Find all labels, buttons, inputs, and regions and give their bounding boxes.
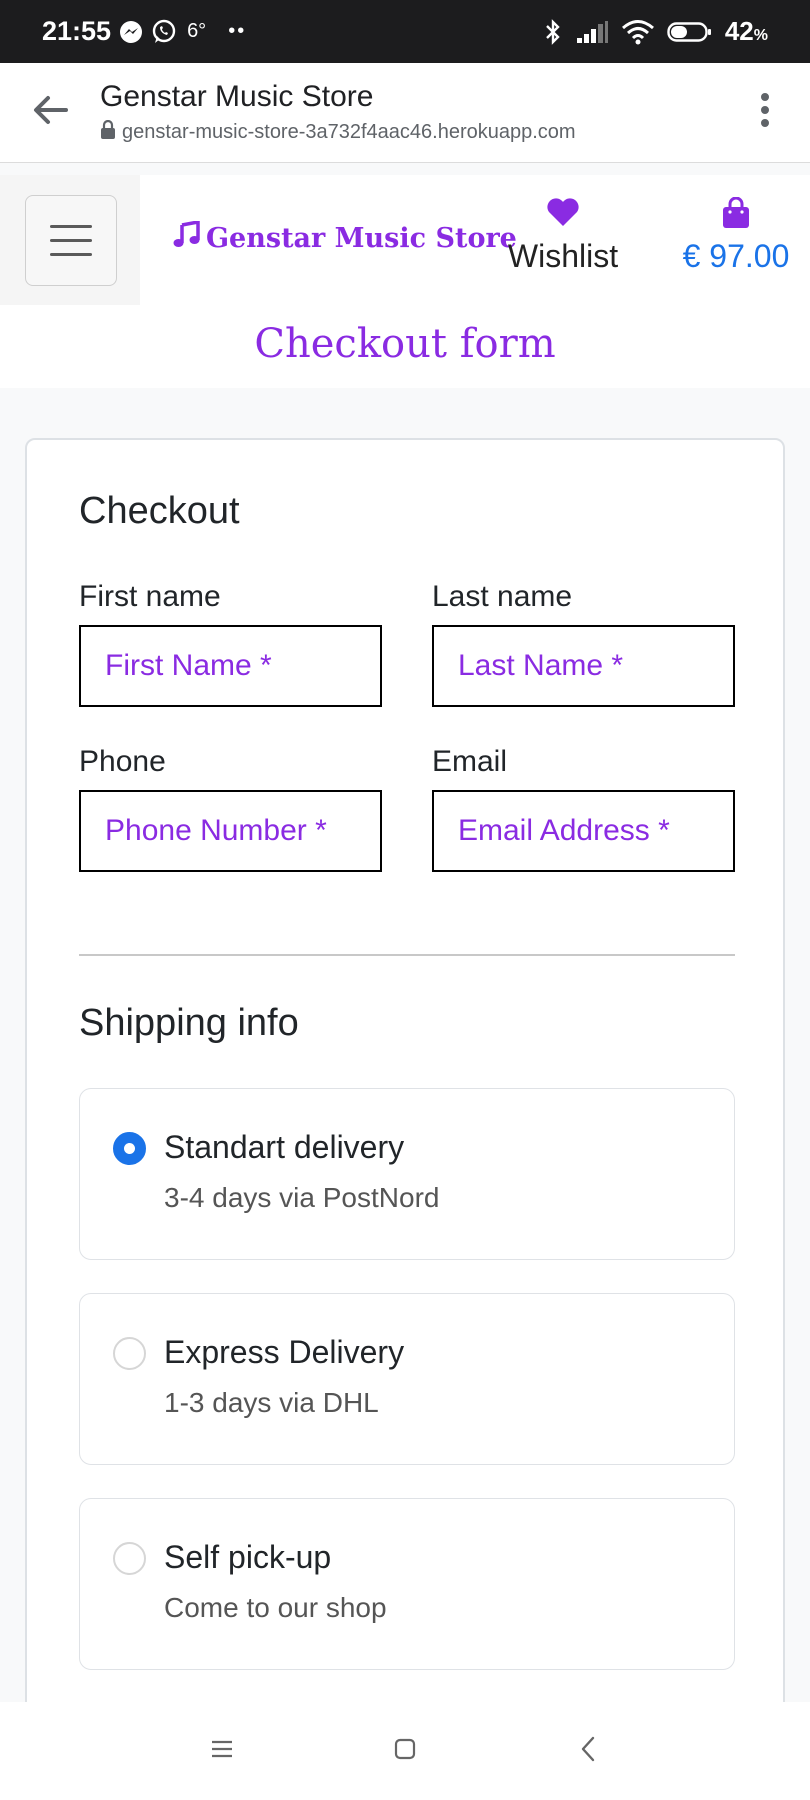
- more-vert-icon: [760, 92, 770, 133]
- system-nav-bar: [0, 1702, 810, 1800]
- browser-titles[interactable]: Genstar Music Store genstar-music-store-…: [100, 80, 720, 146]
- shipping-option-subtitle: 1-3 days via DHL: [164, 1387, 379, 1418]
- first-name-label: First name: [79, 580, 221, 613]
- shipping-radio-standard[interactable]: [113, 1132, 146, 1165]
- cart-total: € 97.00: [682, 238, 790, 274]
- lock-icon: [100, 119, 116, 146]
- more-options-button[interactable]: [720, 63, 810, 163]
- recents-button[interactable]: [192, 1721, 252, 1781]
- wishlist-link[interactable]: Wishlist: [503, 197, 623, 275]
- signal-icon: [575, 20, 609, 44]
- shipping-option-express[interactable]: Express Delivery 1-3 days via DHL: [79, 1293, 735, 1465]
- shipping-option-title: Standart delivery: [164, 1129, 405, 1165]
- checkout-card: Checkout First name Last name Phone Emai…: [25, 438, 785, 1800]
- shipping-option-standard[interactable]: Standart delivery 3-4 days via PostNord: [79, 1088, 735, 1260]
- browser-back-button[interactable]: [0, 63, 100, 163]
- navbar-toggler-area: [0, 175, 140, 305]
- last-name-label: Last name: [432, 580, 573, 613]
- shipping-option-subtitle: Come to our shop: [164, 1592, 387, 1623]
- status-right: 42%: [543, 16, 768, 47]
- last-name-input[interactable]: [432, 625, 735, 707]
- shipping-option-title: Self pick-up: [164, 1539, 332, 1575]
- shipping-radio-pickup[interactable]: [113, 1542, 146, 1575]
- hamburger-icon-line: [50, 225, 92, 228]
- browser-url: genstar-music-store-3a732f4aac46.herokua…: [100, 119, 720, 146]
- status-dots: ••: [228, 20, 247, 42]
- browser-url-text: genstar-music-store-3a732f4aac46.herokua…: [122, 121, 576, 143]
- battery-level: 42%: [724, 16, 768, 46]
- phone-label: Phone: [79, 745, 166, 778]
- music-note-icon: [172, 219, 200, 256]
- wishlist-label: Wishlist: [507, 238, 619, 274]
- phone-input[interactable]: [79, 790, 382, 872]
- heart-icon: [546, 198, 580, 231]
- status-bar: 21:55 6° •• 42%: [0, 0, 810, 63]
- shipping-option-title: Express Delivery: [164, 1334, 405, 1370]
- brand-name: Genstar Music Store: [206, 223, 517, 254]
- back-icon: [579, 1736, 597, 1767]
- email-input[interactable]: [432, 790, 735, 872]
- status-time: 21:55: [42, 16, 112, 46]
- whatsapp-icon: [151, 19, 177, 45]
- first-name-input[interactable]: [79, 625, 382, 707]
- site-navbar: Genstar Music Store Wishlist € 97.00: [0, 175, 810, 305]
- page-heading: Checkout form: [0, 305, 810, 388]
- back-arrow-icon: [32, 95, 68, 130]
- shipping-radio-express[interactable]: [113, 1337, 146, 1370]
- home-button[interactable]: [375, 1721, 435, 1781]
- navbar-toggler-button[interactable]: [25, 195, 117, 286]
- messenger-icon: [119, 20, 143, 44]
- status-temperature: 6°: [187, 20, 207, 42]
- hamburger-icon-line: [50, 239, 92, 242]
- brand-logo[interactable]: Genstar Music Store: [172, 219, 517, 256]
- shopping-bag-icon: [721, 196, 751, 233]
- shipping-title: Shipping info: [79, 1002, 299, 1044]
- wifi-icon: [621, 19, 655, 45]
- home-icon: [393, 1737, 417, 1766]
- recents-icon: [210, 1739, 234, 1764]
- browser-page-title: Genstar Music Store: [100, 79, 374, 113]
- cart-link[interactable]: € 97.00: [676, 196, 796, 275]
- shipping-option-pickup[interactable]: Self pick-up Come to our shop: [79, 1498, 735, 1670]
- system-back-button[interactable]: [558, 1721, 618, 1781]
- hamburger-icon-line: [50, 253, 92, 256]
- battery-icon: [667, 20, 713, 44]
- section-divider: [79, 954, 735, 956]
- bluetooth-icon: [543, 18, 563, 46]
- checkout-title: Checkout: [79, 490, 240, 532]
- shipping-option-subtitle: 3-4 days via PostNord: [164, 1182, 440, 1213]
- status-left: 21:55 6° ••: [42, 16, 246, 47]
- email-label: Email: [432, 745, 508, 778]
- browser-bar: Genstar Music Store genstar-music-store-…: [0, 63, 810, 163]
